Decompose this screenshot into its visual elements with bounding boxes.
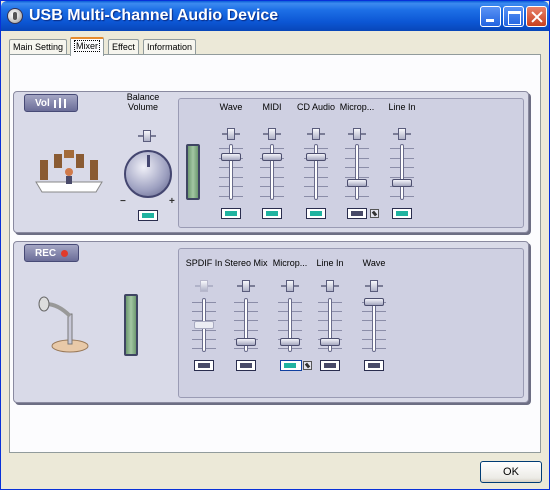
recording-spdif-in-0-volume-slider[interactable] [192,298,216,352]
volume-microp-3-balance-slider[interactable] [348,128,366,140]
volume-line-in-4-label: Line In [388,102,416,112]
volume-line-in-4-mute-button[interactable] [392,208,412,219]
recording-line-in-3-select-button[interactable] [320,360,340,371]
maximize-button[interactable] [503,6,524,27]
recording-spdif-in-0-select-button[interactable] [194,360,214,371]
recording-section-label: REC [24,244,79,262]
close-button[interactable] [526,6,547,27]
level-bars-icon [53,98,66,109]
knob-minus-label: − [120,196,126,207]
volume-cd-audio-2-balance-slider[interactable] [307,128,325,140]
recording-microp-2-advanced-icon[interactable] [303,361,312,370]
balance-volume-label: Balance Volume [118,92,168,112]
app-speaker-icon [7,8,23,24]
volume-microp-3-mute-button[interactable] [347,208,367,219]
surround-speakers-icon [35,150,103,193]
ok-button[interactable]: OK [480,461,542,483]
recording-wave-4-select-button[interactable] [364,360,384,371]
rec-label-text: REC [35,248,57,259]
volume-label-text: Vol [35,98,50,109]
balance-label-line1: Balance [126,92,160,102]
volume-line-in-4-volume-slider[interactable] [390,144,414,200]
tab-main-setting[interactable]: Main Setting [9,39,68,55]
tab-information[interactable]: Information [143,39,197,55]
recording-channels-panel [178,248,524,398]
balance-slider[interactable] [138,130,156,142]
knob-plus-label: + [169,196,175,207]
title-bar[interactable]: USB Multi-Channel Audio Device [1,1,549,31]
minimize-button[interactable] [480,6,501,27]
volume-midi-1-balance-slider[interactable] [263,128,281,140]
microphone-icon [38,296,89,353]
tab-mixer-label: Mixer [74,40,100,52]
recording-spdif-in-0-balance-slider[interactable] [195,280,213,292]
recording-stereo-mix-1-volume-slider[interactable] [234,298,258,352]
volume-section: Vol Balance Volume − + Wave MIDI CD Audio M [13,91,529,233]
volume-section-label: Vol [24,94,78,112]
tab-effect[interactable]: Effect [108,39,139,55]
volume-midi-1-volume-slider[interactable] [260,144,284,200]
recording-stereo-mix-1-select-button[interactable] [236,360,256,371]
recording-line-in-3-balance-slider[interactable] [321,280,339,292]
volume-wave-0-mute-button[interactable] [221,208,241,219]
volume-cd-audio-2-mute-button[interactable] [306,208,326,219]
balance-label-line2: Volume [127,102,159,112]
recording-level-meter [124,294,138,356]
dialog-window: USB Multi-Channel Audio Device Main Sett… [0,0,550,490]
recording-line-in-3-volume-slider[interactable] [318,298,342,352]
volume-microp-3-volume-slider[interactable] [345,144,369,200]
volume-wave-0-volume-slider[interactable] [219,144,243,200]
recording-wave-4-balance-slider[interactable] [365,280,383,292]
master-volume-knob[interactable] [124,150,172,198]
recording-wave-4-label: Wave [362,258,386,268]
recording-microp-2-balance-slider[interactable] [281,280,299,292]
volume-level-meter [186,144,200,200]
record-dot-icon [60,249,68,257]
recording-section: REC SPDIF In Stereo Mix Microp... Line In Wa… [13,241,529,403]
volume-line-in-4-balance-slider[interactable] [393,128,411,140]
volume-cd-audio-2-volume-slider[interactable] [304,144,328,200]
volume-microp-3-advanced-icon[interactable] [370,209,379,218]
volume-wave-0-balance-slider[interactable] [222,128,240,140]
recording-wave-4-volume-slider[interactable] [362,298,386,352]
recording-microp-2-select-button[interactable] [280,360,302,371]
window-title: USB Multi-Channel Audio Device [29,7,279,24]
tab-mixer[interactable]: Mixer [70,37,104,56]
recording-stereo-mix-1-balance-slider[interactable] [237,280,255,292]
master-mute-button[interactable] [138,210,158,221]
recording-microp-2-volume-slider[interactable] [278,298,302,352]
volume-midi-1-mute-button[interactable] [262,208,282,219]
